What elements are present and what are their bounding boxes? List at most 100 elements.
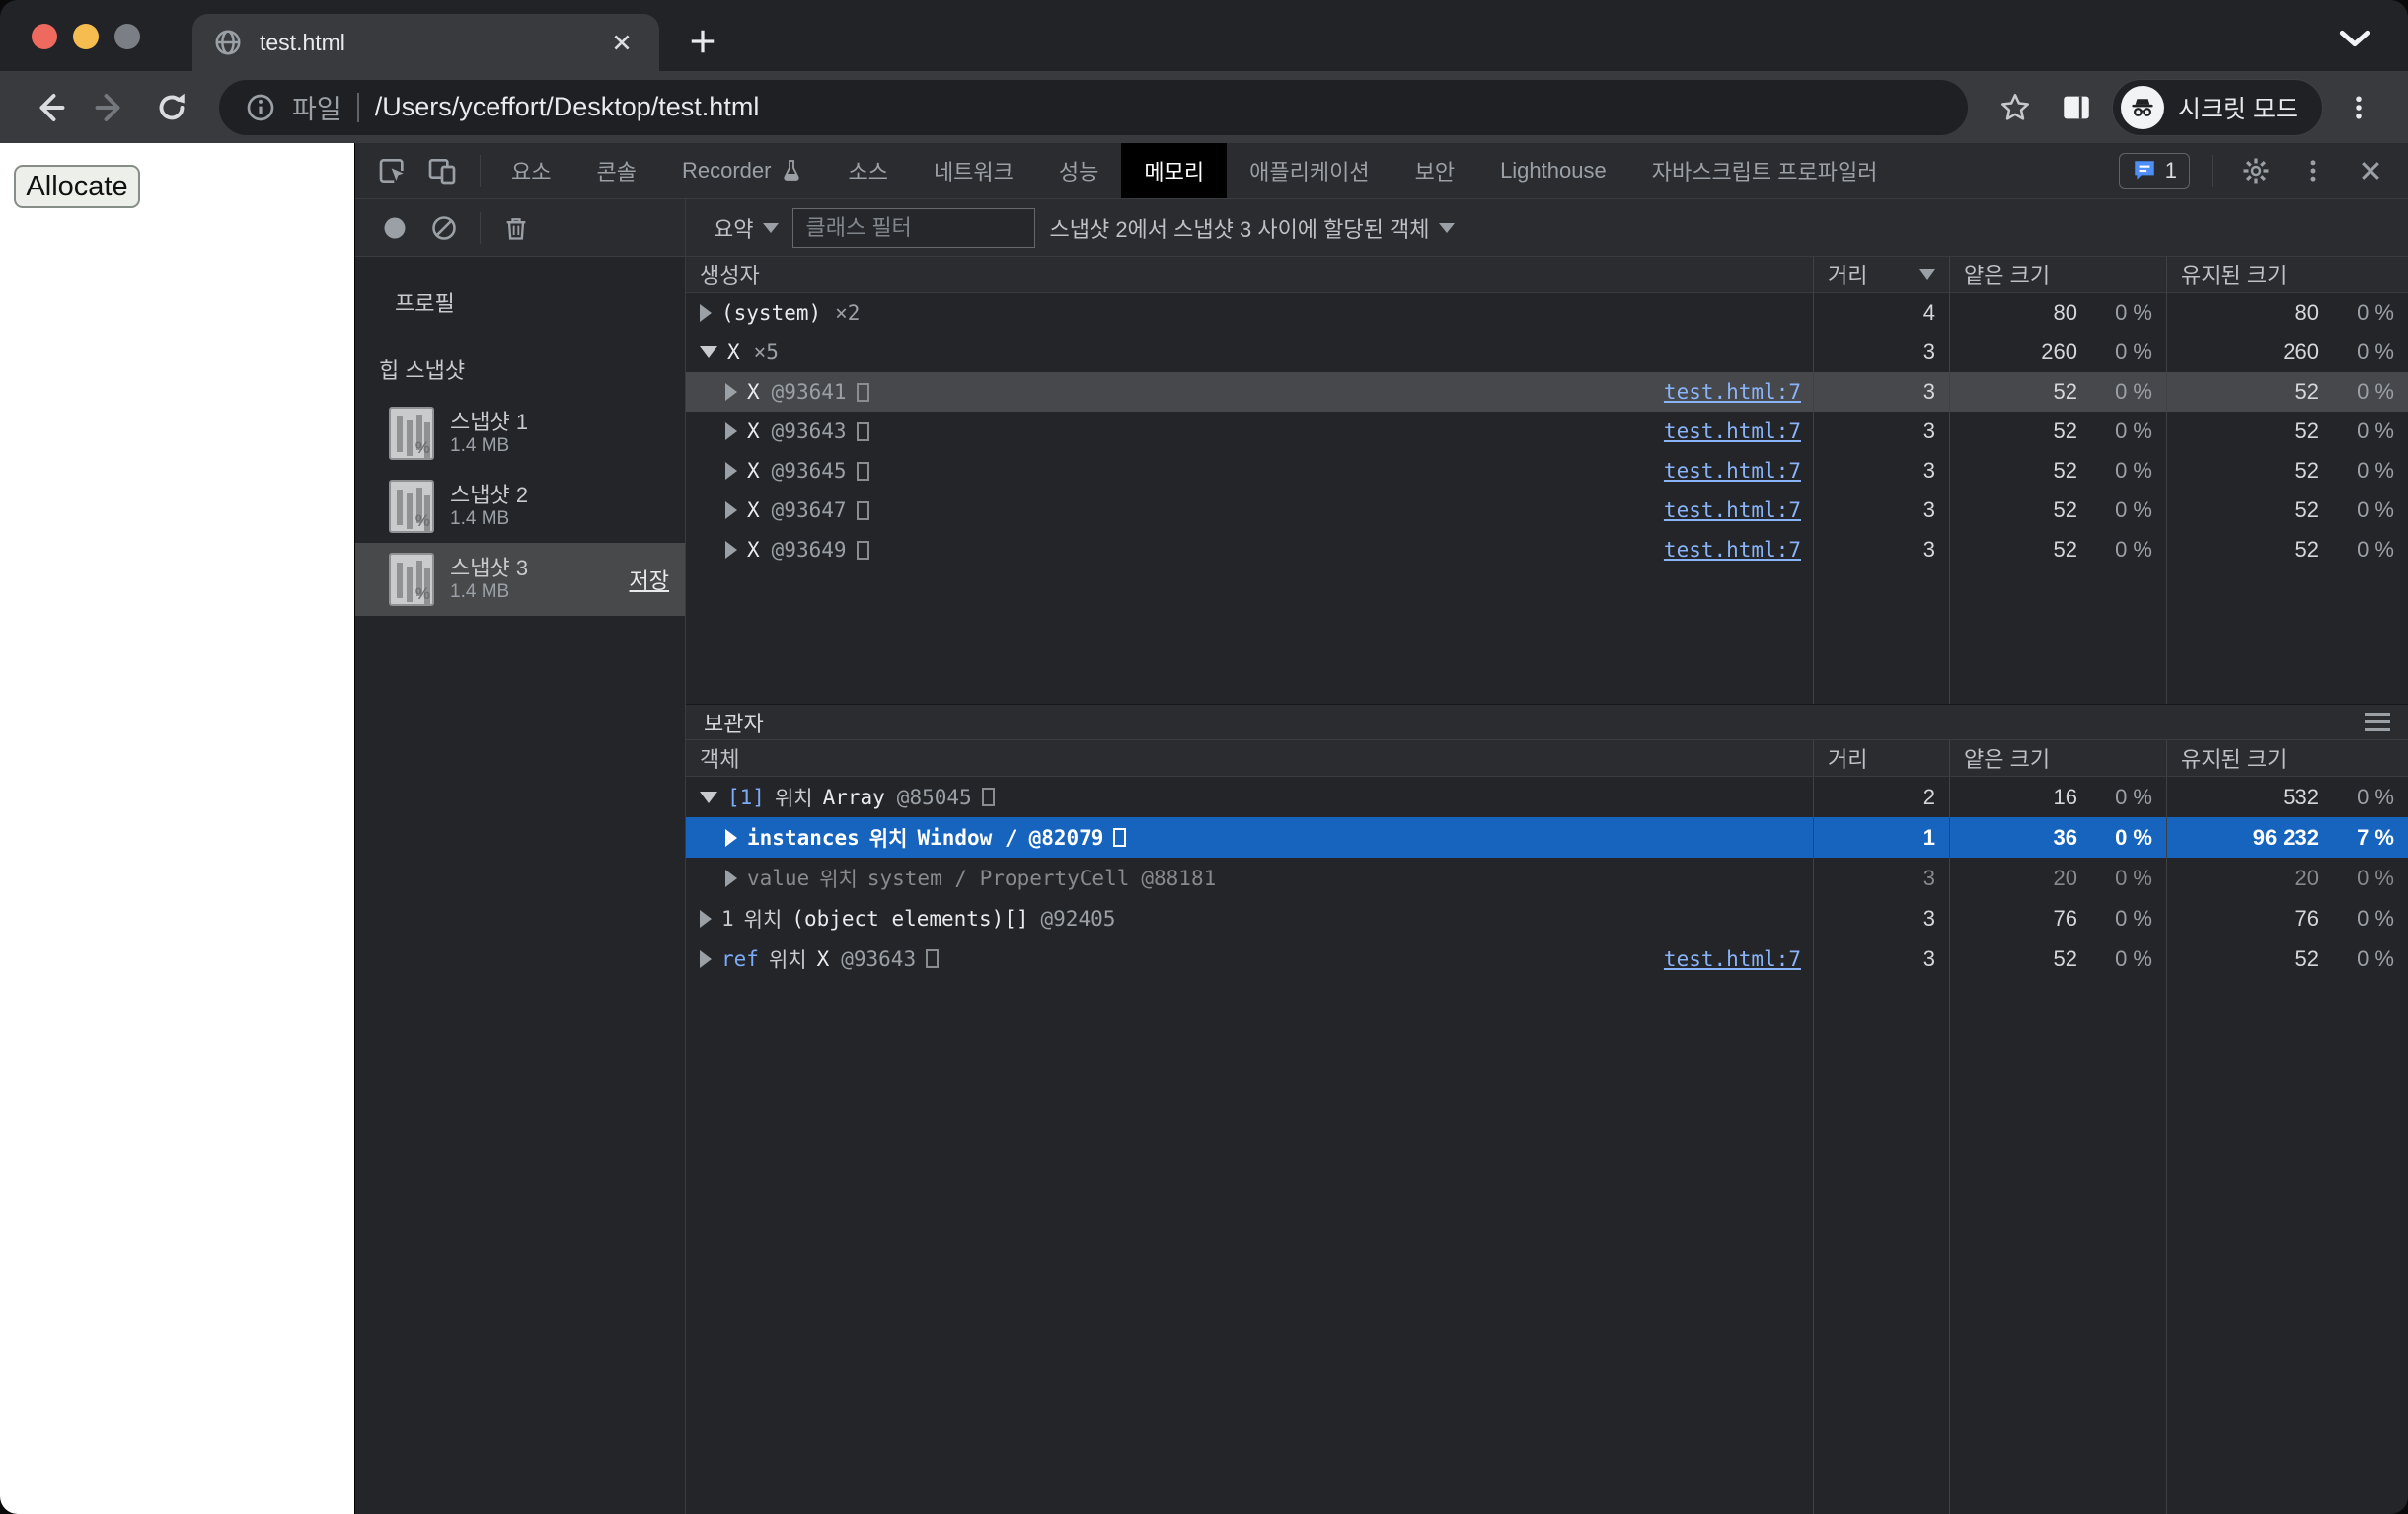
experiment-flask-icon: [781, 159, 802, 183]
source-link[interactable]: test.html:7: [1664, 459, 1801, 483]
object-box-glyph: [857, 383, 869, 402]
expand-arrow-icon[interactable]: [700, 304, 712, 322]
incognito-badge[interactable]: 시크릿 모드: [2112, 79, 2323, 136]
class-filter-input[interactable]: [792, 208, 1035, 248]
col-object[interactable]: 객체: [686, 740, 1813, 776]
close-window-button[interactable]: [32, 24, 57, 49]
tab-lighthouse[interactable]: Lighthouse: [1477, 143, 1629, 198]
allocate-button[interactable]: Allocate: [14, 165, 140, 208]
constructor-row-x[interactable]: X×5 3 2600 % 2600 %: [686, 333, 2408, 372]
expand-arrow-icon[interactable]: [725, 462, 737, 480]
address-bar[interactable]: 파일 /Users/yceffort/Desktop/test.html: [219, 80, 1968, 135]
tab-console[interactable]: 콘솔: [573, 143, 658, 198]
back-button[interactable]: [24, 82, 75, 133]
expand-arrow-icon[interactable]: [725, 422, 737, 440]
source-link[interactable]: test.html:7: [1664, 538, 1801, 562]
source-link[interactable]: test.html:7: [1664, 380, 1801, 404]
collapse-arrow-icon[interactable]: [700, 346, 717, 358]
object-row-93643[interactable]: X@93643test.html:7 3 520 % 520 %: [686, 412, 2408, 451]
issues-count: 1: [2165, 158, 2177, 184]
globe-favicon-icon: [212, 27, 244, 58]
constructors-pane: 생성자 거리 얕은 크기 유지된 크기 (system)×2 4 800 % 8…: [686, 257, 2408, 704]
expand-arrow-icon[interactable]: [725, 383, 737, 401]
col-retained-size[interactable]: 유지된 크기: [2166, 257, 2408, 292]
expand-arrow-icon[interactable]: [725, 870, 737, 887]
retainer-row-ref[interactable]: ref위치X@93643test.html:7 3 520 % 520 %: [686, 939, 2408, 979]
allocation-baseline-select[interactable]: 스냅샷 2에서 스냅샷 3 사이에 할당된 객체: [1049, 212, 1455, 244]
heap-main-area: 생성자 거리 얕은 크기 유지된 크기 (system)×2 4 800 % 8…: [686, 257, 2408, 1514]
object-box-glyph: [857, 501, 869, 520]
object-box-glyph: [857, 422, 869, 441]
tab-security[interactable]: 보안: [1392, 143, 1477, 198]
page-info-icon[interactable]: [245, 92, 276, 123]
content-area: Allocate 요소 콘솔 Recorder: [0, 143, 2408, 1514]
tab-application[interactable]: 애플리케이션: [1227, 143, 1392, 198]
sort-desc-icon: [1919, 269, 1935, 280]
expand-arrow-icon[interactable]: [725, 829, 737, 847]
new-tab-button[interactable]: [677, 16, 728, 67]
collapse-arrow-icon[interactable]: [700, 792, 717, 803]
retainers-menu-icon[interactable]: [2365, 713, 2390, 731]
snapshot-icon: [389, 553, 434, 606]
side-panel-icon[interactable]: [2051, 82, 2102, 133]
snapshot-item-3[interactable]: 스냅샷 3 1.4 MB 저장: [355, 543, 685, 616]
settings-gear-icon[interactable]: [2234, 149, 2278, 192]
bookmark-star-icon[interactable]: [1990, 82, 2041, 133]
tab-elements[interactable]: 요소: [489, 143, 573, 198]
tab-recorder[interactable]: Recorder: [659, 143, 825, 198]
snapshot-item-1[interactable]: 스냅샷 1 1.4 MB: [355, 397, 685, 470]
object-row-93641[interactable]: X@93641test.html:7 3 520 % 520 %: [686, 372, 2408, 412]
expand-arrow-icon[interactable]: [725, 501, 737, 519]
tab-sources[interactable]: 소스: [825, 143, 910, 198]
reload-button[interactable]: [146, 82, 197, 133]
clear-profiles-icon[interactable]: [422, 206, 466, 250]
col-distance[interactable]: 거리: [1813, 740, 1949, 776]
object-row-93647[interactable]: X@93647test.html:7 3 520 % 520 %: [686, 491, 2408, 530]
delete-trash-icon[interactable]: [494, 206, 538, 250]
col-retained-size[interactable]: 유지된 크기: [2166, 740, 2408, 776]
expand-arrow-icon[interactable]: [725, 541, 737, 559]
minimize-window-button[interactable]: [73, 24, 99, 49]
issues-button[interactable]: 1: [2119, 153, 2190, 189]
retainer-row-array[interactable]: [1]위치Array@85045 2 160 % 5320 %: [686, 777, 2408, 817]
col-shallow-size[interactable]: 얕은 크기: [1949, 257, 2166, 292]
devtools-close-icon[interactable]: [2349, 149, 2392, 192]
browser-tab[interactable]: test.html: [192, 14, 659, 71]
tab-close-icon[interactable]: [604, 25, 640, 60]
expand-arrow-icon[interactable]: [700, 910, 712, 928]
inspect-element-icon[interactable]: [371, 149, 414, 192]
retainer-row-object-elements[interactable]: 1위치(object elements)[]@92405 3 760 % 760…: [686, 898, 2408, 939]
constructor-row-system[interactable]: (system)×2 4 800 % 800 %: [686, 293, 2408, 333]
tab-network[interactable]: 네트워크: [911, 143, 1036, 198]
incognito-label: 시크릿 모드: [2178, 90, 2298, 125]
issues-bubble-icon: [2132, 159, 2157, 183]
col-distance[interactable]: 거리: [1813, 257, 1949, 292]
retainer-row-propertycell[interactable]: value위치system / PropertyCell@88181 3 200…: [686, 858, 2408, 898]
browser-window: test.html 파일 /Users/yceffort/Desktop/tes…: [0, 0, 2408, 1514]
tab-memory[interactable]: 메모리: [1121, 143, 1227, 198]
object-row-93649[interactable]: X@93649test.html:7 3 520 % 520 %: [686, 530, 2408, 569]
expand-arrow-icon[interactable]: [700, 950, 712, 968]
tab-js-profiler[interactable]: 자바스크립트 프로파일러: [1629, 143, 1901, 198]
toolbar-divider: [2212, 155, 2213, 187]
record-heap-snapshot-icon[interactable]: [373, 206, 416, 250]
col-shallow-size[interactable]: 얕은 크기: [1949, 740, 2166, 776]
tab-search-chevron-icon[interactable]: [2335, 24, 2374, 53]
source-link[interactable]: test.html:7: [1664, 419, 1801, 443]
retainer-row-window-selected[interactable]: instances위치Window /@82079 1 360 % 96 232…: [686, 817, 2408, 858]
perspective-select[interactable]: 요약: [714, 212, 779, 244]
zoom-window-button[interactable]: [114, 24, 140, 49]
source-link[interactable]: test.html:7: [1664, 947, 1801, 971]
browser-toolbar: 파일 /Users/yceffort/Desktop/test.html 시크릿…: [0, 71, 2408, 143]
retainers-pane: 객체 거리 얕은 크기 유지된 크기 [1]위치Array@85045 2 16…: [686, 740, 2408, 1514]
tab-performance[interactable]: 성능: [1036, 143, 1121, 198]
col-constructor[interactable]: 생성자: [686, 257, 1813, 292]
object-row-93645[interactable]: X@93645test.html:7 3 520 % 520 %: [686, 451, 2408, 491]
snapshot-item-2[interactable]: 스냅샷 2 1.4 MB: [355, 470, 685, 543]
device-toolbar-icon[interactable]: [420, 149, 464, 192]
save-snapshot-link[interactable]: 저장: [630, 564, 669, 595]
browser-menu-kebab-icon[interactable]: [2333, 82, 2384, 133]
source-link[interactable]: test.html:7: [1664, 498, 1801, 522]
forward-button[interactable]: [85, 82, 136, 133]
devtools-menu-kebab-icon[interactable]: [2292, 149, 2335, 192]
